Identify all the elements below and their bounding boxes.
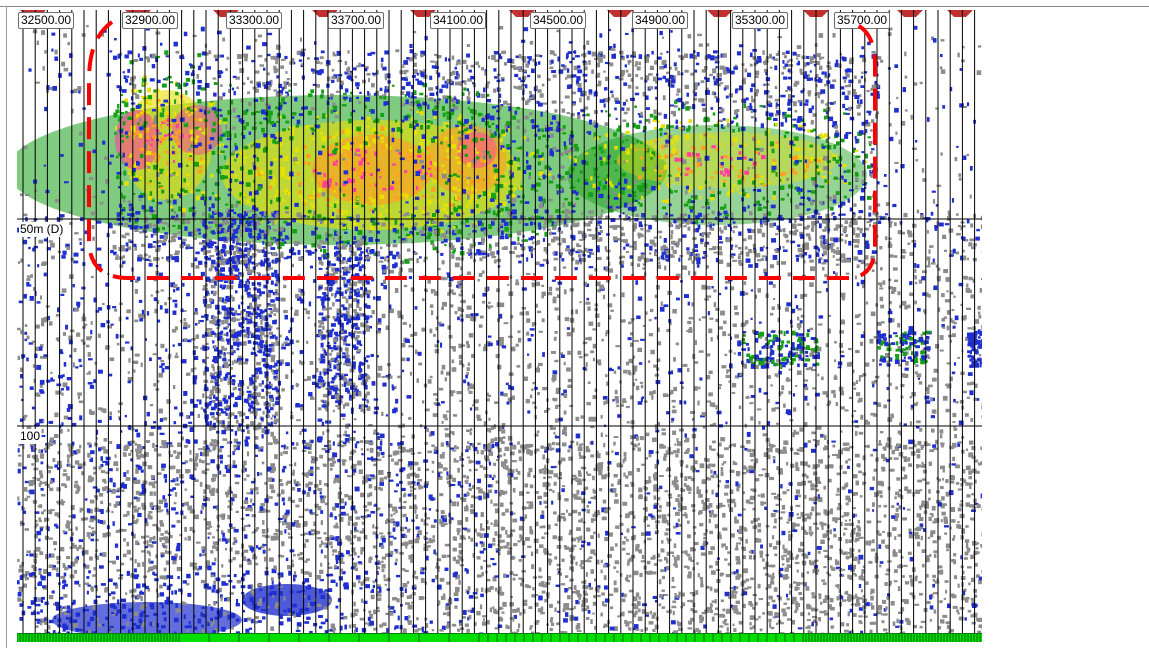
ping-label-3: 33300.00 — [226, 12, 283, 29]
echogram-view[interactable]: 32500.00 32900.00 33300.00 33700.00 3410… — [17, 10, 982, 640]
bottom-strip-ticks — [17, 634, 981, 642]
ping-label-4: 33700.00 — [328, 12, 385, 29]
bottom-ping-strip[interactable] — [17, 633, 982, 642]
ping-label-5: 34100.00 — [430, 12, 487, 29]
window-left-border — [6, 6, 7, 648]
window-top-border — [0, 6, 1149, 7]
depth-label-100: 100 — [19, 429, 42, 444]
ping-label-9: 35700.00 — [834, 12, 891, 29]
echogram-canvas[interactable] — [17, 10, 982, 640]
ping-label-7: 34900.00 — [632, 12, 689, 29]
ping-label-1: 32500.00 — [18, 12, 75, 29]
app-frame: 32500.00 32900.00 33300.00 33700.00 3410… — [0, 0, 1149, 648]
depth-label-50m: 50m (D) — [19, 222, 65, 237]
ping-label-6: 34500.00 — [530, 12, 587, 29]
ping-label-8: 35300.00 — [732, 12, 789, 29]
bottom-blue-band-2 — [242, 584, 332, 616]
ping-label-2: 32900.00 — [122, 12, 179, 29]
